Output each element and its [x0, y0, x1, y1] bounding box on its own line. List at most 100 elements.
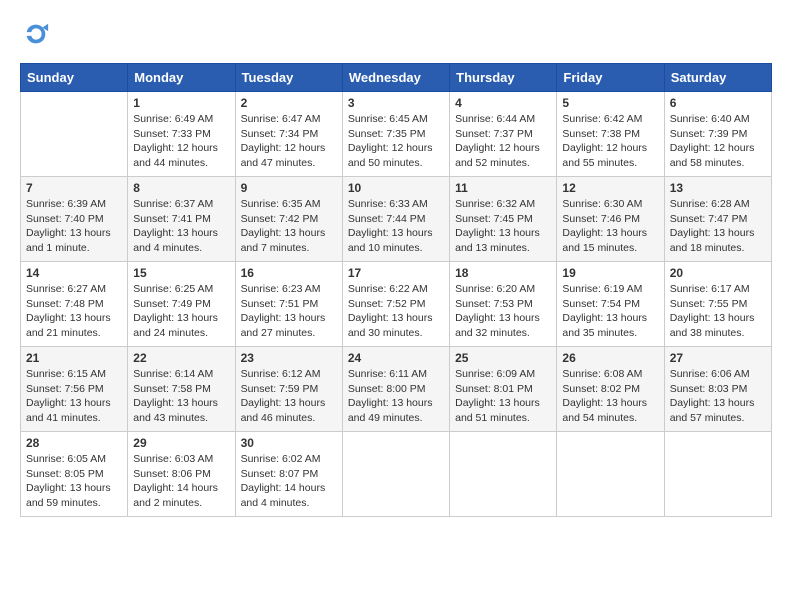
- day-info: Sunrise: 6:06 AM Sunset: 8:03 PM Dayligh…: [670, 367, 766, 426]
- day-info: Sunrise: 6:42 AM Sunset: 7:38 PM Dayligh…: [562, 112, 658, 171]
- day-info: Sunrise: 6:15 AM Sunset: 7:56 PM Dayligh…: [26, 367, 122, 426]
- day-number: 20: [670, 266, 766, 280]
- day-header-saturday: Saturday: [664, 64, 771, 92]
- week-row-3: 14Sunrise: 6:27 AM Sunset: 7:48 PM Dayli…: [21, 262, 772, 347]
- day-header-tuesday: Tuesday: [235, 64, 342, 92]
- day-info: Sunrise: 6:19 AM Sunset: 7:54 PM Dayligh…: [562, 282, 658, 341]
- day-number: 8: [133, 181, 229, 195]
- day-info: Sunrise: 6:12 AM Sunset: 7:59 PM Dayligh…: [241, 367, 337, 426]
- day-number: 13: [670, 181, 766, 195]
- calendar-cell: [450, 432, 557, 517]
- week-row-5: 28 Sunrise: 6:05 AM Sunset: 8:05 PM Dayli…: [21, 432, 772, 517]
- day-number: 9: [241, 181, 337, 195]
- day-info: Sunrise: 6:17 AM Sunset: 7:55 PM Dayligh…: [670, 282, 766, 341]
- day-info: Sunrise: 6:35 AM Sunset: 7:42 PM Dayligh…: [241, 197, 337, 256]
- calendar-cell: 22Sunrise: 6:14 AM Sunset: 7:58 PM Dayli…: [128, 347, 235, 432]
- calendar-cell: 14Sunrise: 6:27 AM Sunset: 7:48 PM Dayli…: [21, 262, 128, 347]
- calendar-cell: 26 Sunrise: 6:08 AM Sunset: 8:02 PM Dayli…: [557, 347, 664, 432]
- calendar-cell: 11 Sunrise: 6:32 AM Sunset: 7:45 PM Dayli…: [450, 177, 557, 262]
- day-info: Sunrise: 6:33 AM Sunset: 7:44 PM Dayligh…: [348, 197, 444, 256]
- day-info: Sunrise: 6:37 AM Sunset: 7:41 PM Dayligh…: [133, 197, 229, 256]
- day-number: 30: [241, 436, 337, 450]
- day-header-thursday: Thursday: [450, 64, 557, 92]
- day-info: Sunrise: 6:22 AM Sunset: 7:52 PM Dayligh…: [348, 282, 444, 341]
- calendar-cell: 12 Sunrise: 6:30 AM Sunset: 7:46 PM Dayli…: [557, 177, 664, 262]
- calendar-cell: 21 Sunrise: 6:15 AM Sunset: 7:56 PM Dayli…: [21, 347, 128, 432]
- calendar-cell: [557, 432, 664, 517]
- day-number: 28: [26, 436, 122, 450]
- day-info: Sunrise: 6:28 AM Sunset: 7:47 PM Dayligh…: [670, 197, 766, 256]
- calendar-cell: 9 Sunrise: 6:35 AM Sunset: 7:42 PM Daylig…: [235, 177, 342, 262]
- calendar-cell: [342, 432, 449, 517]
- day-number: 26: [562, 351, 658, 365]
- week-row-2: 7Sunrise: 6:39 AM Sunset: 7:40 PM Daylig…: [21, 177, 772, 262]
- day-number: 4: [455, 96, 551, 110]
- day-number: 18: [455, 266, 551, 280]
- week-row-4: 21 Sunrise: 6:15 AM Sunset: 7:56 PM Dayli…: [21, 347, 772, 432]
- day-number: 17: [348, 266, 444, 280]
- day-number: 21: [26, 351, 122, 365]
- day-info: Sunrise: 6:08 AM Sunset: 8:02 PM Dayligh…: [562, 367, 658, 426]
- calendar-cell: 15 Sunrise: 6:25 AM Sunset: 7:49 PM Dayli…: [128, 262, 235, 347]
- day-info: Sunrise: 6:32 AM Sunset: 7:45 PM Dayligh…: [455, 197, 551, 256]
- day-info: Sunrise: 6:03 AM Sunset: 8:06 PM Dayligh…: [133, 452, 229, 511]
- calendar-cell: 17 Sunrise: 6:22 AM Sunset: 7:52 PM Dayli…: [342, 262, 449, 347]
- day-header-monday: Monday: [128, 64, 235, 92]
- week-row-1: 1 Sunrise: 6:49 AM Sunset: 7:33 PM Daylig…: [21, 92, 772, 177]
- day-header-friday: Friday: [557, 64, 664, 92]
- day-info: Sunrise: 6:45 AM Sunset: 7:35 PM Dayligh…: [348, 112, 444, 171]
- day-number: 27: [670, 351, 766, 365]
- day-header-wednesday: Wednesday: [342, 64, 449, 92]
- logo: [20, 20, 50, 53]
- day-number: 3: [348, 96, 444, 110]
- day-number: 2: [241, 96, 337, 110]
- page-header: [20, 20, 772, 53]
- day-info: Sunrise: 6:09 AM Sunset: 8:01 PM Dayligh…: [455, 367, 551, 426]
- calendar-cell: 28 Sunrise: 6:05 AM Sunset: 8:05 PM Dayli…: [21, 432, 128, 517]
- day-info: Sunrise: 6:49 AM Sunset: 7:33 PM Dayligh…: [133, 112, 229, 171]
- day-number: 15: [133, 266, 229, 280]
- day-number: 11: [455, 181, 551, 195]
- day-number: 6: [670, 96, 766, 110]
- day-info: Sunrise: 6:25 AM Sunset: 7:49 PM Dayligh…: [133, 282, 229, 341]
- day-info: Sunrise: 6:11 AM Sunset: 8:00 PM Dayligh…: [348, 367, 444, 426]
- day-number: 7: [26, 181, 122, 195]
- calendar-cell: 2 Sunrise: 6:47 AM Sunset: 7:34 PM Daylig…: [235, 92, 342, 177]
- calendar-cell: 19Sunrise: 6:19 AM Sunset: 7:54 PM Dayli…: [557, 262, 664, 347]
- day-info: Sunrise: 6:44 AM Sunset: 7:37 PM Dayligh…: [455, 112, 551, 171]
- calendar-cell: 10 Sunrise: 6:33 AM Sunset: 7:44 PM Dayli…: [342, 177, 449, 262]
- calendar-cell: 6 Sunrise: 6:40 AM Sunset: 7:39 PM Daylig…: [664, 92, 771, 177]
- calendar-cell: 27 Sunrise: 6:06 AM Sunset: 8:03 PM Dayli…: [664, 347, 771, 432]
- calendar-cell: [21, 92, 128, 177]
- day-info: Sunrise: 6:14 AM Sunset: 7:58 PM Dayligh…: [133, 367, 229, 426]
- day-number: 14: [26, 266, 122, 280]
- day-info: Sunrise: 6:30 AM Sunset: 7:46 PM Dayligh…: [562, 197, 658, 256]
- day-number: 10: [348, 181, 444, 195]
- day-info: Sunrise: 6:47 AM Sunset: 7:34 PM Dayligh…: [241, 112, 337, 171]
- calendar-cell: 18 Sunrise: 6:20 AM Sunset: 7:53 PM Dayli…: [450, 262, 557, 347]
- calendar-cell: 20 Sunrise: 6:17 AM Sunset: 7:55 PM Dayli…: [664, 262, 771, 347]
- day-number: 16: [241, 266, 337, 280]
- calendar-cell: 7Sunrise: 6:39 AM Sunset: 7:40 PM Daylig…: [21, 177, 128, 262]
- logo-icon: [22, 20, 50, 48]
- day-info: Sunrise: 6:40 AM Sunset: 7:39 PM Dayligh…: [670, 112, 766, 171]
- day-number: 23: [241, 351, 337, 365]
- calendar-cell: 16 Sunrise: 6:23 AM Sunset: 7:51 PM Dayli…: [235, 262, 342, 347]
- calendar-cell: 4 Sunrise: 6:44 AM Sunset: 7:37 PM Daylig…: [450, 92, 557, 177]
- calendar-cell: 1 Sunrise: 6:49 AM Sunset: 7:33 PM Daylig…: [128, 92, 235, 177]
- header-row: SundayMondayTuesdayWednesdayThursdayFrid…: [21, 64, 772, 92]
- calendar-cell: 3 Sunrise: 6:45 AM Sunset: 7:35 PM Daylig…: [342, 92, 449, 177]
- calendar-cell: 30Sunrise: 6:02 AM Sunset: 8:07 PM Dayli…: [235, 432, 342, 517]
- calendar-cell: 24Sunrise: 6:11 AM Sunset: 8:00 PM Dayli…: [342, 347, 449, 432]
- calendar-cell: 23 Sunrise: 6:12 AM Sunset: 7:59 PM Dayli…: [235, 347, 342, 432]
- day-info: Sunrise: 6:20 AM Sunset: 7:53 PM Dayligh…: [455, 282, 551, 341]
- day-number: 29: [133, 436, 229, 450]
- calendar-cell: 29 Sunrise: 6:03 AM Sunset: 8:06 PM Dayli…: [128, 432, 235, 517]
- calendar-cell: 5 Sunrise: 6:42 AM Sunset: 7:38 PM Daylig…: [557, 92, 664, 177]
- day-info: Sunrise: 6:23 AM Sunset: 7:51 PM Dayligh…: [241, 282, 337, 341]
- calendar-cell: 8 Sunrise: 6:37 AM Sunset: 7:41 PM Daylig…: [128, 177, 235, 262]
- day-info: Sunrise: 6:05 AM Sunset: 8:05 PM Dayligh…: [26, 452, 122, 511]
- day-number: 5: [562, 96, 658, 110]
- day-number: 1: [133, 96, 229, 110]
- day-number: 12: [562, 181, 658, 195]
